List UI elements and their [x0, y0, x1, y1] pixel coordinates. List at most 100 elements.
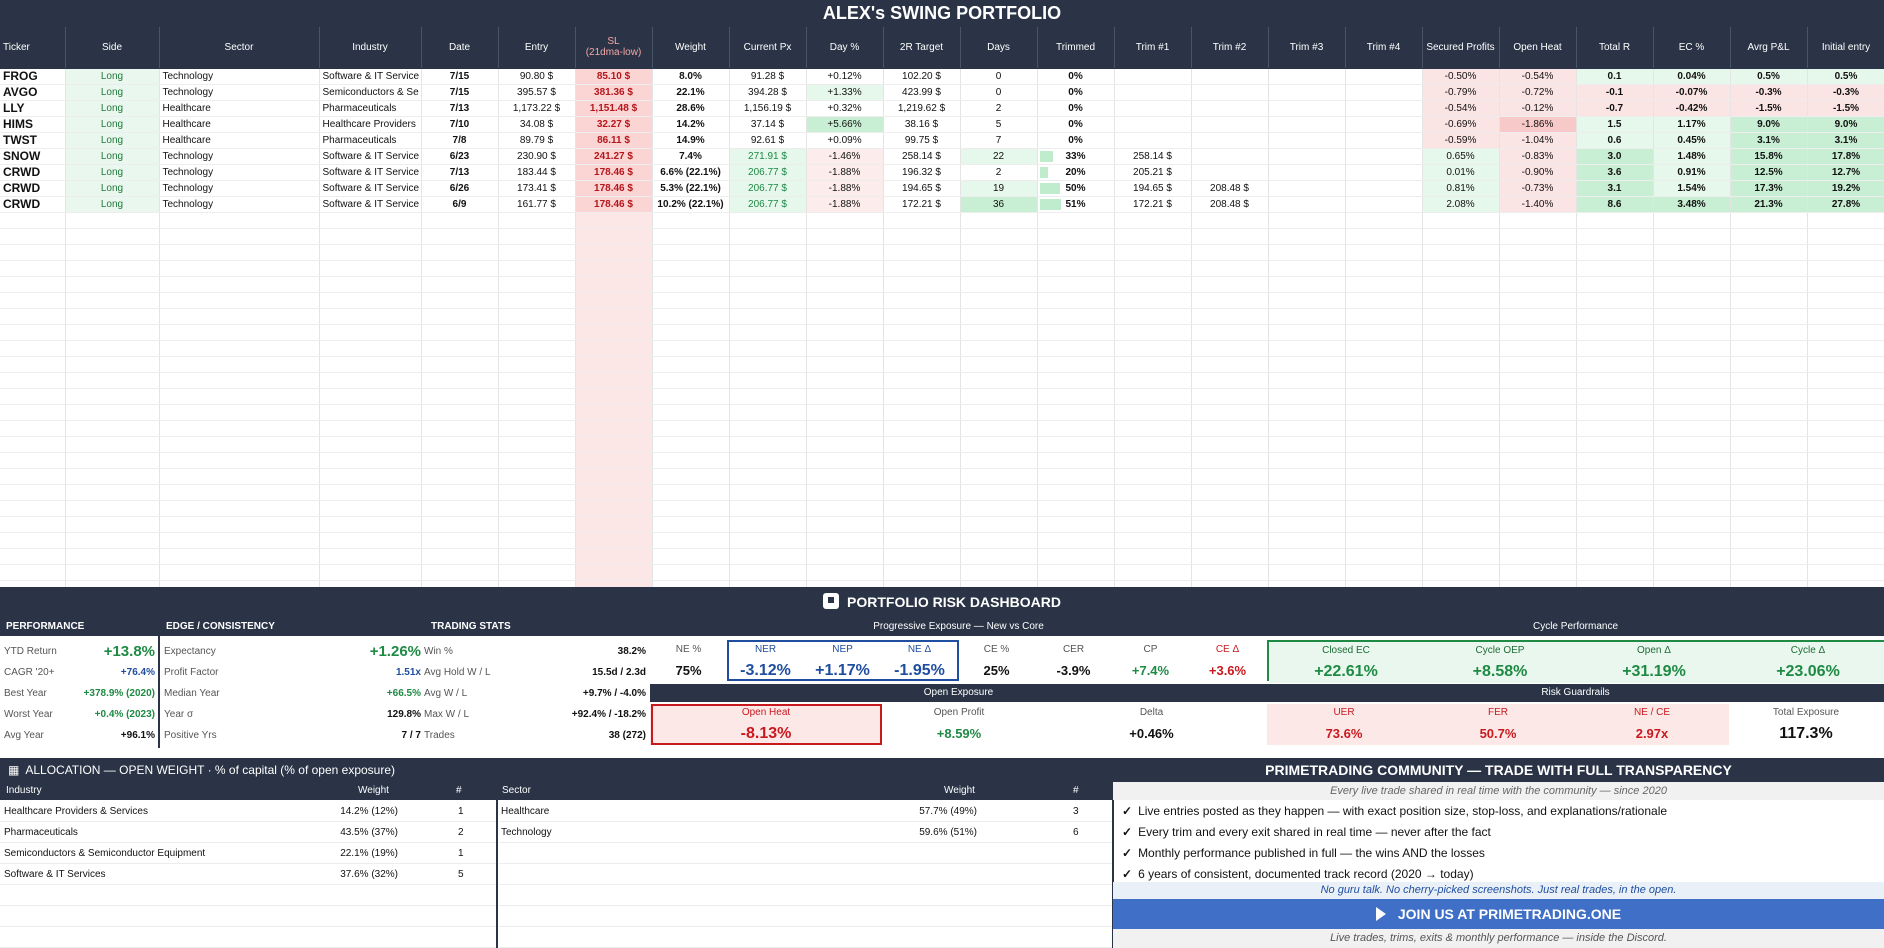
empty-cell[interactable] — [1268, 244, 1346, 261]
cell-total-r[interactable]: 0.1 — [1576, 68, 1654, 85]
empty-cell[interactable] — [1807, 484, 1884, 501]
empty-cell[interactable] — [652, 356, 730, 373]
empty-cell[interactable] — [1114, 244, 1192, 261]
cell-total-r[interactable]: 1.5 — [1576, 116, 1654, 133]
empty-cell[interactable] — [1422, 388, 1500, 405]
empty-cell[interactable] — [1191, 228, 1269, 245]
empty-cell[interactable] — [421, 436, 499, 453]
empty-cell[interactable] — [498, 404, 576, 421]
empty-cell[interactable] — [159, 404, 320, 421]
col-header[interactable]: Side — [65, 27, 160, 69]
empty-cell[interactable] — [1807, 420, 1884, 437]
empty-cell[interactable] — [1653, 388, 1731, 405]
empty-cell[interactable] — [1345, 500, 1423, 517]
cell-trimmed[interactable]: 33% — [1037, 148, 1115, 165]
empty-cell[interactable] — [159, 260, 320, 277]
cell-initial[interactable]: 3.1% — [1807, 132, 1884, 149]
cell-trim4[interactable] — [1345, 132, 1423, 149]
cell-day[interactable]: -1.88% — [806, 164, 884, 181]
empty-cell[interactable] — [575, 372, 653, 389]
empty-cell[interactable] — [1422, 500, 1500, 517]
empty-cell[interactable] — [1191, 452, 1269, 469]
empty-cell[interactable] — [0, 388, 66, 405]
empty-cell[interactable] — [806, 244, 884, 261]
empty-cell[interactable] — [159, 388, 320, 405]
cell-side[interactable]: Long — [65, 148, 160, 165]
empty-cell[interactable] — [1653, 260, 1731, 277]
cell-secured[interactable]: -0.54% — [1422, 100, 1500, 117]
cell-sector[interactable]: Technology — [159, 148, 320, 165]
empty-cell[interactable] — [652, 500, 730, 517]
empty-cell[interactable] — [1730, 356, 1808, 373]
cell-days[interactable]: 0 — [960, 84, 1038, 101]
cell-days[interactable]: 22 — [960, 148, 1038, 165]
empty-cell[interactable] — [1037, 324, 1115, 341]
empty-cell[interactable] — [159, 420, 320, 437]
cell-sl[interactable]: 85.10 $ — [575, 68, 653, 85]
empty-cell[interactable] — [159, 276, 320, 293]
empty-cell[interactable] — [1037, 260, 1115, 277]
empty-cell[interactable] — [883, 228, 961, 245]
empty-cell[interactable] — [1576, 292, 1654, 309]
empty-cell[interactable] — [1037, 436, 1115, 453]
empty-cell[interactable] — [1114, 324, 1192, 341]
empty-cell[interactable] — [1268, 420, 1346, 437]
empty-cell[interactable] — [729, 484, 807, 501]
empty-cell[interactable] — [1807, 452, 1884, 469]
cell-ec[interactable]: -0.07% — [1653, 84, 1731, 101]
cell-avg-pl[interactable]: 21.3% — [1730, 196, 1808, 213]
empty-cell[interactable] — [421, 500, 499, 517]
empty-cell[interactable] — [1191, 292, 1269, 309]
empty-cell[interactable] — [65, 500, 160, 517]
empty-cell[interactable] — [1114, 340, 1192, 357]
cell-sl[interactable]: 86.11 $ — [575, 132, 653, 149]
cell-date[interactable]: 7/15 — [421, 68, 499, 85]
empty-cell[interactable] — [1730, 420, 1808, 437]
empty-cell[interactable] — [0, 532, 66, 549]
empty-cell[interactable] — [1345, 212, 1423, 229]
empty-cell[interactable] — [0, 516, 66, 533]
cell-weight[interactable]: 7.4% — [652, 148, 730, 165]
cell-trim4[interactable] — [1345, 68, 1423, 85]
empty-cell[interactable] — [421, 484, 499, 501]
empty-cell[interactable] — [1037, 276, 1115, 293]
empty-cell[interactable] — [1653, 276, 1731, 293]
empty-cell[interactable] — [65, 452, 160, 469]
cell-days[interactable]: 2 — [960, 100, 1038, 117]
industry-row[interactable]: Software & IT Services 37.6% (32%) 5 — [0, 864, 496, 885]
empty-cell[interactable] — [1422, 292, 1500, 309]
cell-sector[interactable]: Technology — [159, 164, 320, 181]
empty-cell[interactable] — [1576, 212, 1654, 229]
empty-cell[interactable] — [1576, 324, 1654, 341]
empty-cell[interactable] — [1653, 324, 1731, 341]
cell-trimmed[interactable]: 0% — [1037, 68, 1115, 85]
cell-current[interactable]: 91.28 $ — [729, 68, 807, 85]
cell-trimmed[interactable]: 0% — [1037, 84, 1115, 101]
empty-cell[interactable] — [498, 452, 576, 469]
empty-cell[interactable] — [1037, 500, 1115, 517]
empty-cell[interactable] — [1191, 420, 1269, 437]
empty-cell[interactable] — [1422, 404, 1500, 421]
empty-cell[interactable] — [1807, 404, 1884, 421]
empty-cell[interactable] — [498, 564, 576, 581]
empty-cell[interactable] — [421, 452, 499, 469]
table-row[interactable]: SNOW Long Technology Software & IT Service 6… — [0, 148, 1884, 165]
empty-cell[interactable] — [1114, 308, 1192, 325]
empty-cell[interactable] — [1499, 292, 1577, 309]
cell-trim1[interactable] — [1114, 100, 1192, 117]
empty-cell[interactable] — [1037, 548, 1115, 565]
industry-row[interactable]: Pharmaceuticals 43.5% (37%) 2 — [0, 822, 496, 843]
empty-cell[interactable] — [1422, 260, 1500, 277]
empty-cell[interactable] — [960, 532, 1038, 549]
empty-cell[interactable] — [1807, 324, 1884, 341]
empty-cell[interactable] — [883, 436, 961, 453]
cell-trimmed[interactable]: 50% — [1037, 180, 1115, 197]
empty-cell[interactable] — [1268, 404, 1346, 421]
empty-cell[interactable] — [1345, 468, 1423, 485]
empty-cell[interactable] — [1114, 388, 1192, 405]
empty-cell[interactable] — [806, 436, 884, 453]
empty-cell[interactable] — [1191, 468, 1269, 485]
empty-cell[interactable] — [1576, 276, 1654, 293]
empty-cell[interactable] — [1576, 340, 1654, 357]
empty-cell[interactable] — [729, 532, 807, 549]
